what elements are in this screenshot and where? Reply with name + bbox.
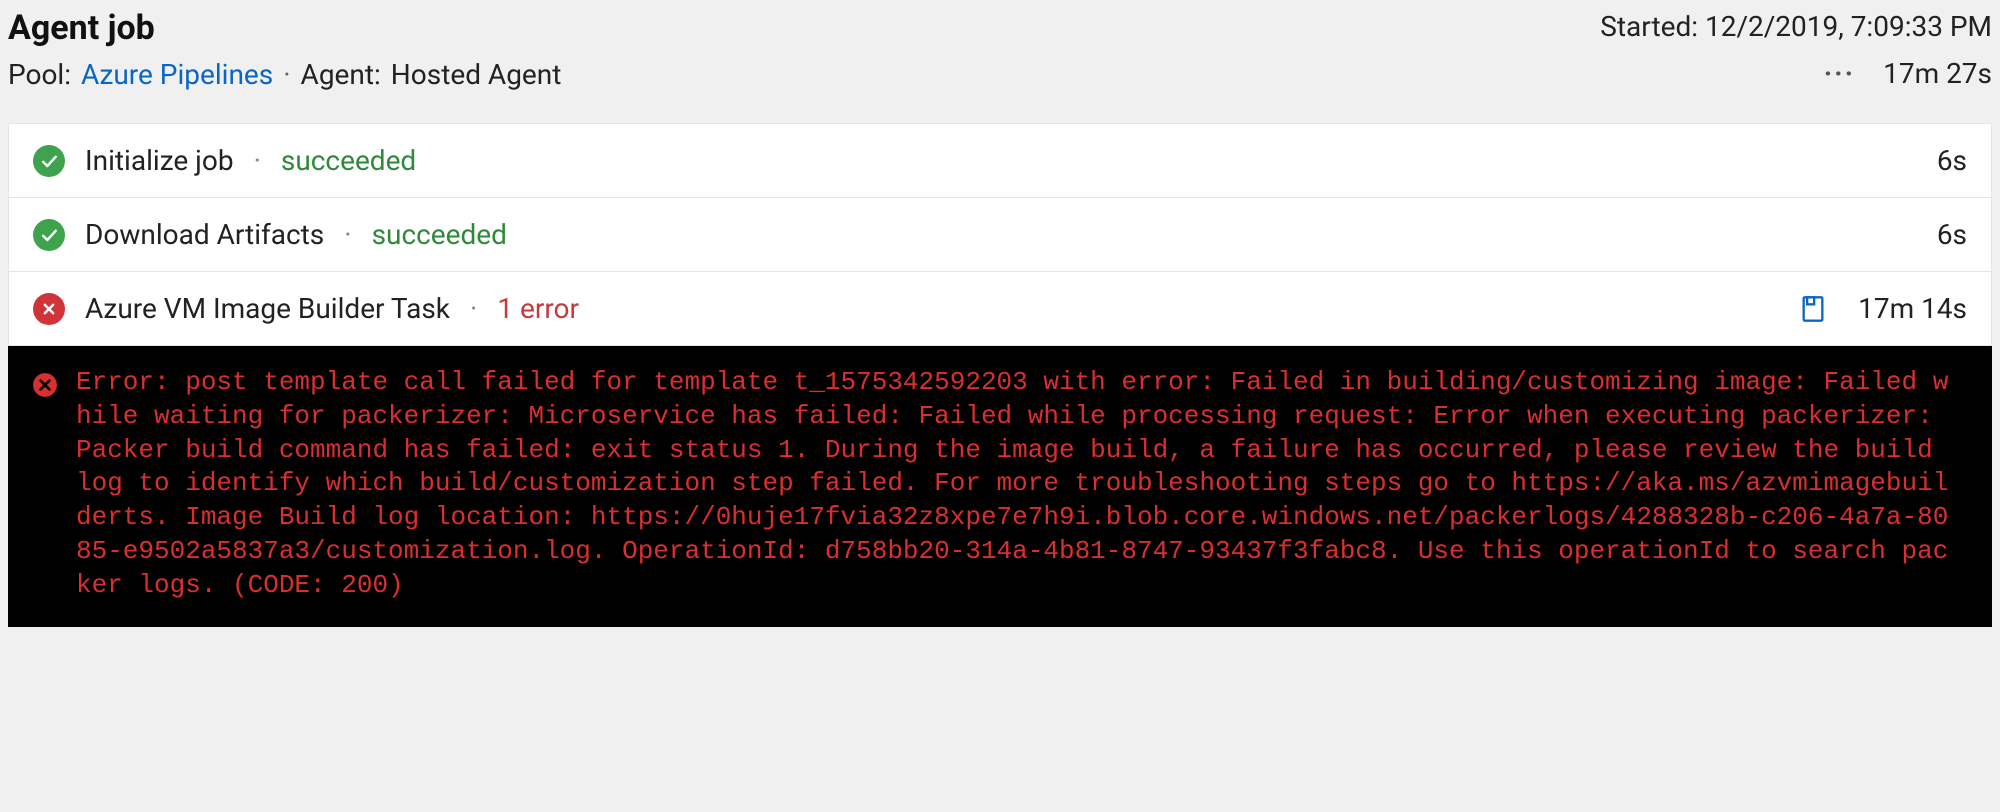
separator-dot: · — [470, 292, 477, 325]
job-duration: 17m 27s — [1883, 57, 1992, 90]
header-right-sub: ··· 17m 27s — [1824, 57, 1992, 90]
check-circle-icon — [33, 219, 65, 251]
error-text: Error: post template call failed for tem… — [76, 366, 1956, 603]
step-duration: 6s — [1847, 144, 1967, 177]
step-duration: 6s — [1847, 218, 1967, 251]
job-title: Agent job — [8, 8, 561, 48]
separator-dot: · — [344, 218, 351, 251]
pool-link[interactable]: Azure Pipelines — [81, 58, 273, 91]
agent-label: Agent: — [301, 58, 381, 91]
agent-value: Hosted Agent — [391, 58, 562, 91]
job-header: Agent job Pool: Azure Pipelines · Agent:… — [0, 0, 2000, 115]
separator-dot: · — [283, 58, 290, 91]
step-duration: 17m 14s — [1847, 292, 1967, 325]
started-label: Started: — [1600, 10, 1698, 43]
step-row[interactable]: Initialize job · succeeded 6s — [9, 124, 1991, 198]
job-header-right: Started: 12/2/2019, 7:09:33 PM ··· 17m 2… — [1600, 8, 1992, 90]
separator-dot: · — [254, 144, 261, 177]
step-name: Azure VM Image Builder Task — [85, 292, 450, 325]
step-status: succeeded — [281, 144, 416, 177]
steps-list: Initialize job · succeeded 6s Download A… — [8, 123, 1992, 346]
job-header-left: Agent job Pool: Azure Pipelines · Agent:… — [8, 8, 561, 91]
x-circle-icon — [32, 372, 58, 398]
step-row[interactable]: Download Artifacts · succeeded 6s — [9, 198, 1991, 272]
started-value: 12/2/2019, 7:09:33 PM — [1705, 10, 1992, 43]
job-subheader: Pool: Azure Pipelines · Agent: Hosted Ag… — [8, 58, 561, 91]
step-name: Download Artifacts — [85, 218, 324, 251]
check-circle-icon — [33, 145, 65, 177]
step-status: succeeded — [372, 218, 507, 251]
step-name: Initialize job — [85, 144, 234, 177]
started-text: Started: 12/2/2019, 7:09:33 PM — [1600, 10, 1992, 43]
step-status: 1 error — [497, 292, 579, 325]
pool-label: Pool: — [8, 58, 71, 91]
error-console: Error: post template call failed for tem… — [8, 346, 1992, 627]
step-row[interactable]: Azure VM Image Builder Task · 1 error 17… — [9, 272, 1991, 345]
log-icon[interactable] — [1799, 295, 1827, 323]
x-circle-icon — [33, 293, 65, 325]
more-actions-button[interactable]: ··· — [1824, 57, 1855, 90]
